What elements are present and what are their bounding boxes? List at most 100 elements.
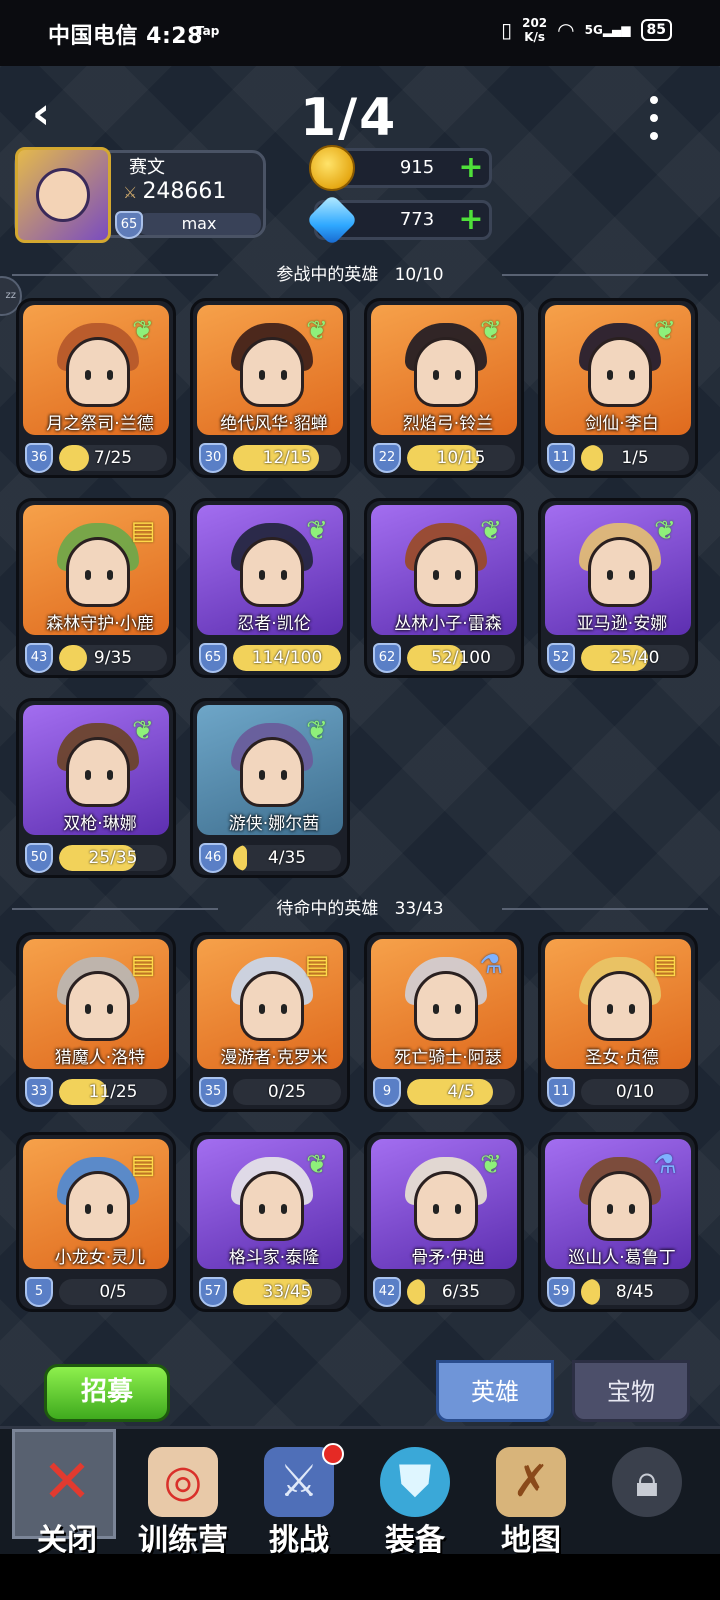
nav-challenge[interactable]: ⚔ 挑战 — [244, 1441, 354, 1558]
hero-shard-count: 9/35 — [93, 648, 133, 668]
power-value: ⚔ 248661 — [123, 179, 226, 204]
nav-map[interactable]: ✗ 地图 — [476, 1441, 586, 1558]
hero-card[interactable]: ❦ 绝代风华·貂蝉 30 12/15 — [190, 298, 350, 478]
hero-card[interactable]: ❦ 游侠·娜尔茜 46 4/35 — [190, 698, 350, 878]
status-icons: ▯ 202 K/s ◠ 5G▂▄▆ 85 — [501, 16, 672, 44]
hero-shard-bar: 52/100 — [407, 645, 515, 671]
add-gem-button[interactable]: + — [457, 205, 485, 235]
hero-figure — [240, 971, 304, 1041]
page-indicator: 1/4 — [300, 88, 398, 148]
hero-figure — [66, 337, 130, 407]
hero-portrait: ❦ 亚马逊·安娜 — [545, 505, 691, 635]
hero-level: 42 — [373, 1277, 401, 1307]
bottom-nav: ✕ 关闭 ◎ 训练营 ⚔ 挑战 ⛊ 装备 ✗ 地图 🔒︎ — [0, 1426, 720, 1558]
hero-name: 小龙女·灵儿 — [54, 1248, 146, 1268]
hero-figure — [414, 337, 478, 407]
player-level: 65 — [115, 211, 143, 239]
hero-card[interactable]: ▤ 漫游者·克罗米 35 0/25 — [190, 932, 350, 1112]
more-menu-button[interactable] — [648, 96, 660, 140]
hero-portrait: ❦ 剑仙·李白 — [545, 305, 691, 435]
hero-name: 骨矛·伊迪 — [411, 1248, 485, 1268]
tab-treasure[interactable]: 宝物 — [572, 1360, 690, 1422]
hero-card[interactable]: ❦ 烈焰弓·铃兰 22 10/15 — [364, 298, 524, 478]
hero-card[interactable]: ❦ 双枪·琳娜 50 25/35 — [16, 698, 176, 878]
hero-level: 62 — [373, 643, 401, 673]
hero-card[interactable]: ❦ 亚马逊·安娜 52 25/40 — [538, 498, 698, 678]
reserve-count: 33/43 — [394, 899, 444, 919]
hero-name: 圣女·贞德 — [585, 1048, 659, 1068]
hero-shard-bar: 12/15 — [233, 445, 341, 471]
hero-shard-count: 4/35 — [267, 848, 307, 868]
hero-shard-bar: 6/35 — [407, 1279, 515, 1305]
hero-shard-bar: 10/15 — [407, 445, 515, 471]
speed-value: 202 — [522, 16, 548, 30]
wing-icon: ❦ — [306, 1150, 328, 1180]
nav-close-label: 关闭 — [37, 1523, 97, 1558]
hero-card[interactable]: ▤ 猎魔人·洛特 33 11/25 — [16, 932, 176, 1112]
wing-icon: ❦ — [306, 516, 328, 546]
tab-heroes[interactable]: 英雄 — [436, 1360, 554, 1422]
active-count: 10/10 — [394, 265, 444, 285]
recruit-button[interactable]: 招募 — [44, 1364, 170, 1422]
hero-name: 月之祭司·兰德 — [46, 414, 154, 434]
hero-shard-count: 1/5 — [621, 448, 649, 468]
nav-training-camp[interactable]: ◎ 训练营 — [128, 1441, 238, 1558]
hero-portrait: ❦ 丛林小子·雷森 — [371, 505, 517, 635]
hero-shard-bar: 0/25 — [233, 1079, 341, 1105]
active-section-header: 参战中的英雄 10/10 — [12, 260, 708, 290]
divider-line — [502, 274, 708, 276]
hero-shard-bar: 9/35 — [59, 645, 167, 671]
hero-level: 36 — [25, 443, 53, 473]
hero-card[interactable]: ▤ 圣女·贞德 11 0/10 — [538, 932, 698, 1112]
system-nav-area — [0, 1554, 720, 1600]
hero-figure — [240, 1171, 304, 1241]
hero-card[interactable]: ❦ 忍者·凯伦 65 114/100 — [190, 498, 350, 678]
hero-name: 双枪·琳娜 — [63, 814, 137, 834]
hero-shard-bar: 114/100 — [233, 645, 341, 671]
hero-card[interactable]: ❦ 骨矛·伊迪 42 6/35 — [364, 1132, 524, 1312]
wing-icon: ❦ — [132, 316, 154, 346]
avatar[interactable] — [15, 147, 111, 243]
hero-shard-count: 0/10 — [615, 1082, 655, 1102]
wing-icon: ❦ — [654, 516, 676, 546]
hero-card[interactable]: ⚗ 死亡骑士·阿瑟 9 4/5 — [364, 932, 524, 1112]
player-profile[interactable]: 赛文 ⚔ 248661 max 65 — [14, 147, 266, 243]
hero-card[interactable]: ▤ 森林守护·小鹿 43 9/35 — [16, 498, 176, 678]
close-icon: ✕ — [41, 1447, 93, 1517]
hero-name: 死亡骑士·阿瑟 — [394, 1048, 502, 1068]
hero-level: 43 — [25, 643, 53, 673]
hero-level: 11 — [547, 443, 575, 473]
nav-locked[interactable]: 🔒︎ — [592, 1441, 702, 1553]
hero-name: 格斗家·泰隆 — [228, 1248, 320, 1268]
potion-icon: ⚗ — [653, 1150, 677, 1180]
hero-figure — [240, 737, 304, 807]
hero-card[interactable]: ❦ 剑仙·李白 11 1/5 — [538, 298, 698, 478]
speed-unit: K/s — [524, 30, 546, 44]
add-gold-button[interactable]: + — [457, 153, 485, 183]
hero-level: 59 — [547, 1277, 575, 1307]
hero-card[interactable]: ⚗ 巡山人·葛鲁丁 59 8/45 — [538, 1132, 698, 1312]
book-icon: ▤ — [130, 516, 156, 546]
hero-shard-count: 52/100 — [431, 648, 491, 668]
gem-counter: 773 + — [305, 193, 492, 247]
nav-equipment[interactable]: ⛊ 装备 — [360, 1441, 470, 1558]
hero-card[interactable]: ❦ 月之祭司·兰德 36 7/25 — [16, 298, 176, 478]
nav-map-label: 地图 — [501, 1523, 561, 1558]
hero-level: 30 — [199, 443, 227, 473]
hero-level: 52 — [547, 643, 575, 673]
hero-figure — [588, 1171, 652, 1241]
hero-portrait: ▤ 小龙女·灵儿 — [23, 1139, 169, 1269]
wing-icon: ❦ — [306, 316, 328, 346]
hero-card[interactable]: ▤ 小龙女·灵儿 5 0/5 — [16, 1132, 176, 1312]
hero-shard-count: 114/100 — [251, 648, 323, 668]
nav-challenge-label: 挑战 — [269, 1523, 329, 1558]
network-speed: 202 K/s — [522, 16, 547, 44]
back-button[interactable]: ‹ — [32, 92, 68, 136]
hero-name: 绝代风华·貂蝉 — [220, 414, 328, 434]
hero-shard-count: 25/40 — [610, 648, 660, 668]
hero-card[interactable]: ❦ 格斗家·泰隆 57 33/45 — [190, 1132, 350, 1312]
nav-close[interactable]: ✕ 关闭 — [12, 1441, 122, 1558]
hero-card[interactable]: ❦ 丛林小子·雷森 62 52/100 — [364, 498, 524, 678]
hero-level: 22 — [373, 443, 401, 473]
gem-icon — [305, 193, 359, 247]
